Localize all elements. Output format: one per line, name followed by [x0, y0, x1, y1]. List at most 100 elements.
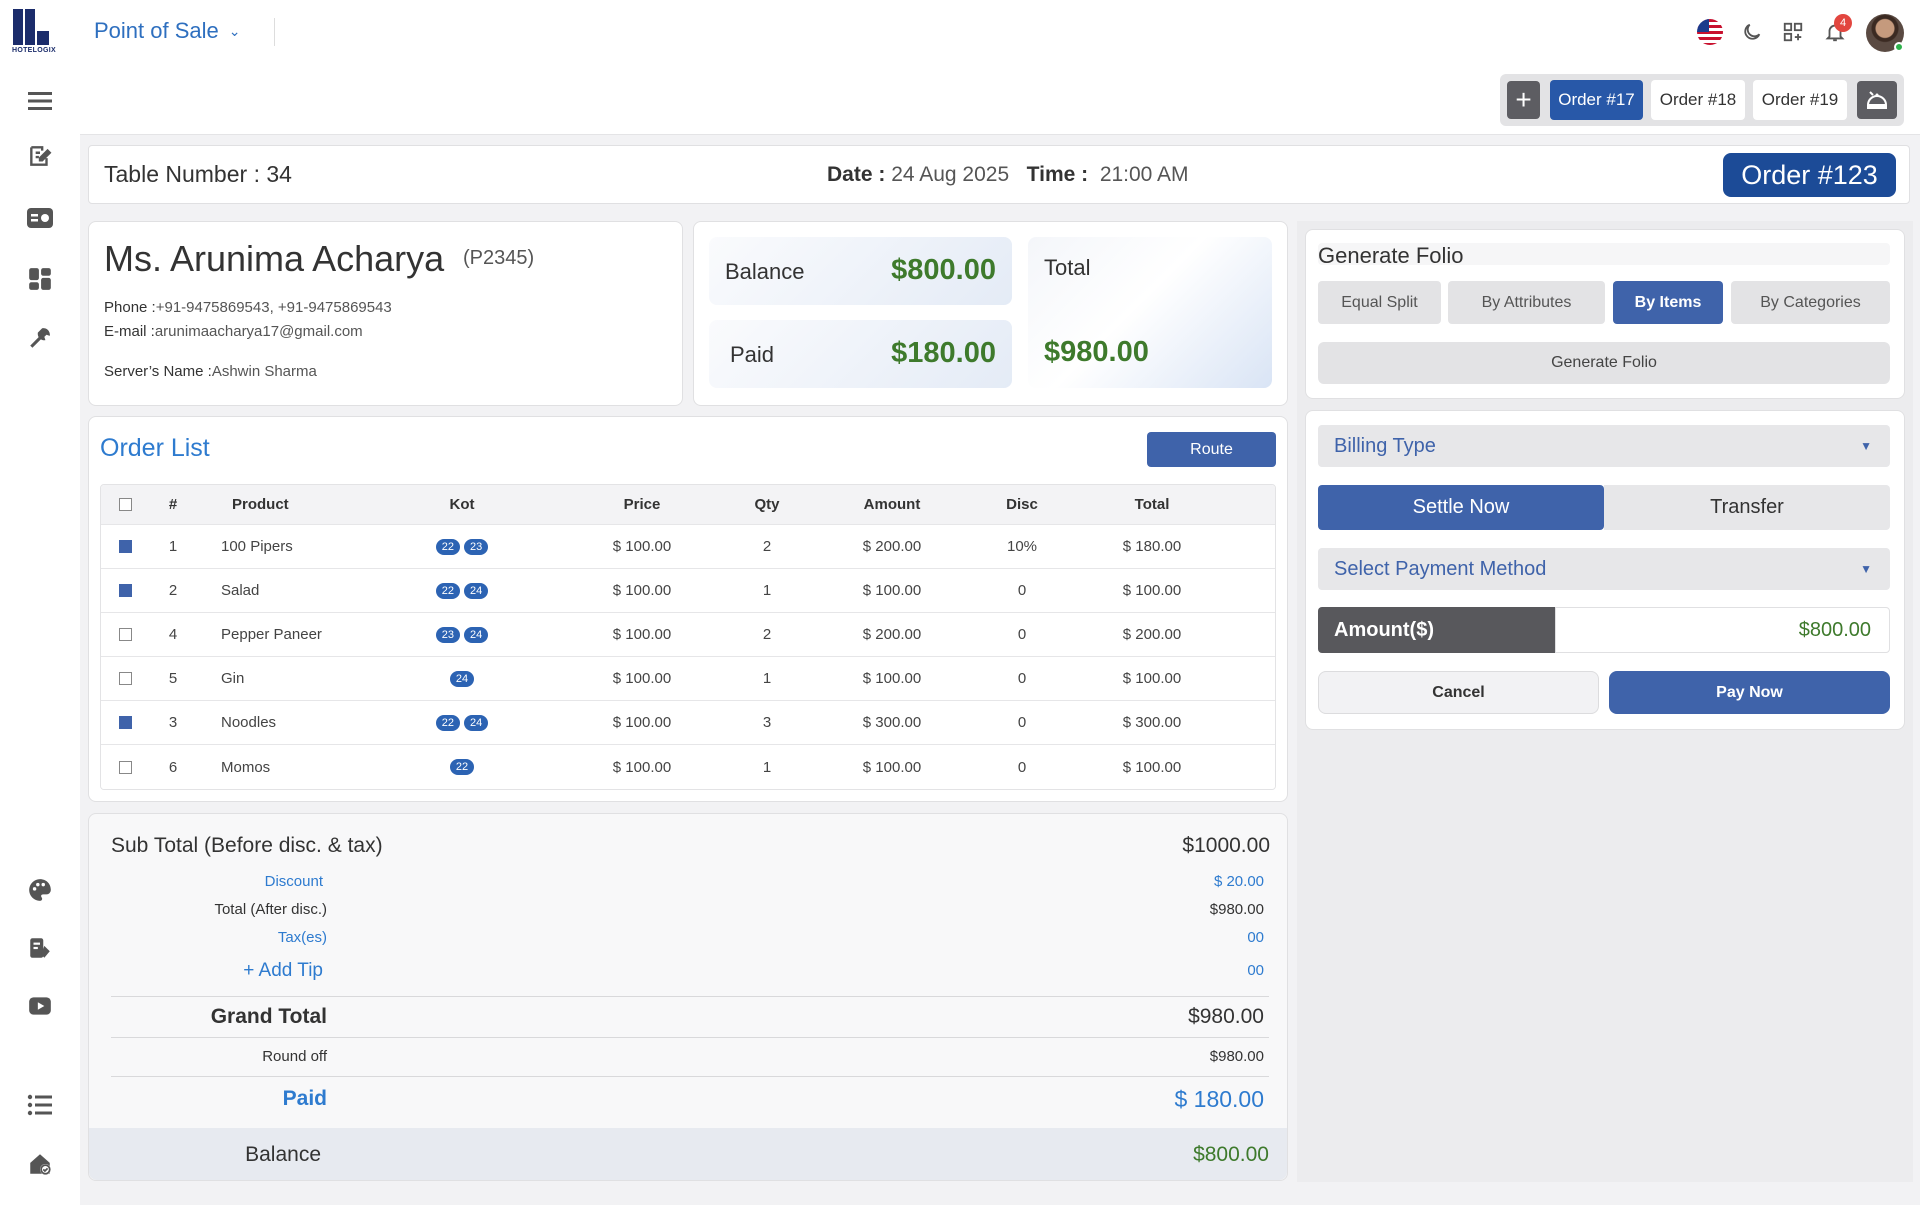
- kot-badge[interactable]: 23: [464, 538, 489, 555]
- amount-input[interactable]: $800.00: [1555, 607, 1890, 653]
- row-checkbox[interactable]: [101, 760, 149, 774]
- split-by-categories-button[interactable]: By Categories: [1731, 281, 1890, 324]
- balance-value: $800.00: [891, 254, 996, 286]
- cancel-button[interactable]: Cancel: [1318, 671, 1599, 714]
- table-row[interactable]: 1 100 Pipers 22 23 $ 100.00 2 $ 200.00 10% $ 180…: [101, 525, 1275, 569]
- list-icon[interactable]: [24, 1089, 56, 1121]
- kot-badge[interactable]: 22: [435, 582, 460, 599]
- generate-folio-title: Generate Folio: [1318, 243, 1890, 268]
- table-row[interactable]: 4 Pepper Paneer 23 24 $ 100.00 2 $ 200.00 0 $ 20…: [101, 613, 1275, 657]
- tab-order-18[interactable]: Order #18: [1651, 80, 1745, 120]
- kot-badge[interactable]: 22: [449, 759, 475, 775]
- row-number: 5: [168, 670, 178, 687]
- paid-value: $180.00: [891, 337, 996, 369]
- after-discount-value: $980.00: [1209, 901, 1264, 918]
- split-by-items-button[interactable]: By Items: [1613, 281, 1723, 324]
- add-order-button[interactable]: +: [1507, 81, 1540, 119]
- pay-now-button[interactable]: Pay Now: [1609, 671, 1890, 714]
- quantity: 1: [762, 758, 772, 776]
- order-number-badge: Order #123: [1723, 153, 1896, 197]
- plus-icon: +: [1515, 84, 1532, 115]
- row-total: $ 100.00: [1122, 758, 1182, 776]
- kitchen-print-button[interactable]: [1857, 81, 1897, 119]
- row-checkbox[interactable]: [101, 672, 149, 685]
- palette-icon[interactable]: [24, 874, 56, 906]
- product-name: Momos: [221, 758, 271, 776]
- generate-folio-button[interactable]: Generate Folio: [1318, 342, 1890, 384]
- edit-note-icon[interactable]: [24, 140, 56, 172]
- transfer-button[interactable]: Transfer: [1604, 485, 1890, 530]
- language-flag-icon[interactable]: [1696, 18, 1724, 46]
- menu-icon[interactable]: [24, 85, 56, 117]
- row-total: $ 300.00: [1122, 714, 1182, 731]
- dark-mode-icon[interactable]: [1738, 18, 1766, 46]
- select-all-checkbox[interactable]: [101, 498, 149, 511]
- price: $ 100.00: [612, 670, 672, 687]
- guest-name: Ms. Arunima Acharya: [104, 238, 445, 279]
- table-number-value: 34: [266, 161, 292, 187]
- video-icon[interactable]: [24, 990, 56, 1022]
- round-off-value: $980.00: [1209, 1048, 1264, 1065]
- kot-badge[interactable]: 22: [435, 714, 460, 731]
- row-checkbox[interactable]: [101, 628, 149, 641]
- caret-down-icon: ▼: [1860, 562, 1872, 576]
- paid-total-label: Paid: [282, 1087, 327, 1110]
- amount: $ 100.00: [862, 670, 922, 687]
- tools-icon[interactable]: [24, 322, 56, 354]
- totals-card: [88, 813, 1288, 1181]
- guest-id: (P2345): [463, 247, 535, 269]
- kot-badge[interactable]: 24: [464, 582, 489, 599]
- hotelogix-logo[interactable]: HOTELOGIX: [12, 9, 68, 55]
- sidebar: [0, 63, 80, 1205]
- tab-order-17[interactable]: Order #17: [1550, 80, 1643, 120]
- id-card-icon[interactable]: [24, 202, 56, 234]
- discount: 0: [1017, 714, 1027, 731]
- tab-order-19[interactable]: Order #19: [1753, 80, 1847, 120]
- add-tip-button[interactable]: + Add Tip: [243, 960, 323, 982]
- row-number: 1: [168, 538, 178, 555]
- kot-badge[interactable]: 23: [435, 626, 460, 643]
- email-label: E-mail :: [104, 323, 155, 340]
- product-name: Noodles: [221, 714, 277, 731]
- subtotal-value: $1000.00: [1182, 834, 1270, 857]
- time-label: Time :: [1026, 163, 1089, 186]
- table-row[interactable]: 6 Momos 22 $ 100.00 1 $ 100.00 0 $ 100.00: [101, 745, 1275, 789]
- row-checkbox[interactable]: [101, 540, 149, 553]
- amount: $ 100.00: [862, 582, 922, 599]
- notification-count-badge: 4: [1834, 14, 1852, 32]
- kot-badge[interactable]: 24: [449, 670, 475, 687]
- date-time: Date : 24 Aug 2025 Time : 21:00 AM: [827, 163, 1189, 187]
- dashboard-icon[interactable]: [24, 263, 56, 295]
- server-value: Ashwin Sharma: [211, 363, 317, 380]
- column-header: Qty: [754, 496, 780, 513]
- row-checkbox[interactable]: [101, 716, 149, 729]
- kot-badge[interactable]: 22: [435, 538, 460, 555]
- payment-method-dropdown[interactable]: Select Payment Method ▼: [1318, 548, 1890, 590]
- split-equal-button[interactable]: Equal Split: [1318, 281, 1441, 324]
- settle-now-button[interactable]: Settle Now: [1318, 485, 1604, 530]
- split-by-attributes-button[interactable]: By Attributes: [1448, 281, 1605, 324]
- row-checkbox[interactable]: [101, 584, 149, 597]
- table-row[interactable]: 5 Gin 24 $ 100.00 1 $ 100.00 0 $ 100.00: [101, 657, 1275, 701]
- guest-email: E-mail :arunimaacharya17@gmail.com: [104, 323, 363, 340]
- quantity: 1: [762, 670, 772, 687]
- kot-badge[interactable]: 24: [464, 626, 489, 643]
- report-icon[interactable]: [24, 932, 56, 964]
- apps-grid-icon[interactable]: [1779, 18, 1807, 46]
- table-row[interactable]: 3 Noodles 22 24 $ 100.00 3 $ 300.00 0 $ 300.00: [101, 701, 1275, 745]
- kot-badge[interactable]: 24: [464, 714, 489, 731]
- server-label: Server’s Name :: [104, 363, 212, 380]
- tax-label[interactable]: Tax(es): [278, 929, 327, 946]
- app-switcher[interactable]: Point of Sale ⌄: [94, 18, 240, 44]
- paid-box: Paid $180.00: [709, 320, 1012, 388]
- billing-type-dropdown[interactable]: Billing Type ▼: [1318, 425, 1890, 467]
- route-button[interactable]: Route: [1147, 432, 1276, 467]
- price: $ 100.00: [612, 758, 672, 776]
- product-name: Gin: [221, 670, 245, 687]
- kot-list: 22 23: [347, 538, 577, 555]
- paid-total-value: $ 180.00: [1174, 1086, 1264, 1112]
- table-row[interactable]: 2 Salad 22 24 $ 100.00 1 $ 100.00 0 $ 100.00: [101, 569, 1275, 613]
- product-name: Pepper Paneer: [221, 626, 322, 643]
- discount-label[interactable]: Discount: [265, 873, 323, 890]
- property-check-icon[interactable]: [24, 1148, 56, 1180]
